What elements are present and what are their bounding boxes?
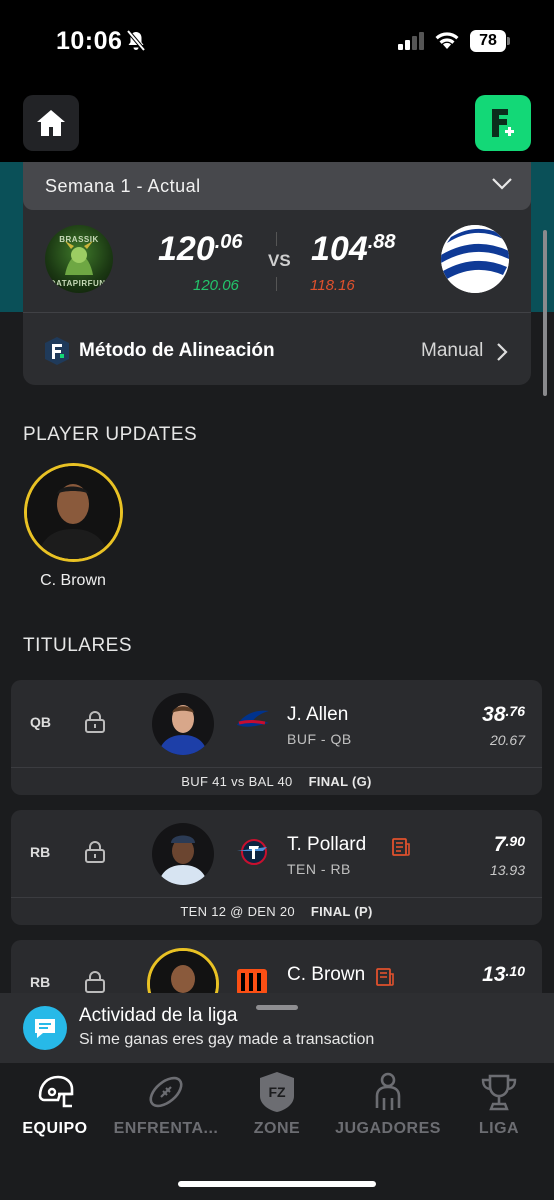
player-row-allen[interactable]: QB J. Allen BUF - QB 38.76 20.67 BUF 41 … — [11, 680, 542, 795]
vs-label: VS — [268, 251, 291, 270]
bell-off-icon — [126, 30, 146, 52]
player-team-position: TEN - RB — [287, 861, 351, 877]
battery-indicator: 78 — [470, 30, 506, 52]
home-button[interactable] — [23, 95, 79, 151]
lock-icon — [85, 711, 105, 733]
home-indicator[interactable] — [178, 1181, 376, 1187]
bottom-tab-bar: EQUIPO ENFRENTA... FZ ZONE JUGADORES LIG… — [0, 1063, 554, 1200]
player-name: T. Pollard — [287, 834, 367, 855]
vs-divider-top — [276, 232, 277, 246]
home-icon — [37, 110, 65, 136]
player-points: 13.10 — [482, 963, 525, 986]
player-photo-icon — [158, 835, 208, 885]
tab-label: ENFRENTA... — [113, 1120, 219, 1137]
opponent-score: 104.88 — [311, 230, 396, 268]
player-updates-title: PLAYER UPDATES — [23, 424, 198, 445]
avatar[interactable] — [152, 693, 214, 755]
cellular-signal-icon — [398, 32, 424, 50]
game-result: BUF 41 vs BAL 40 FINAL (G) — [181, 774, 372, 789]
tab-enfrentamiento[interactable]: ENFRENTA... — [111, 1071, 221, 1138]
news-icon[interactable] — [376, 968, 394, 986]
player-projected: 20.67 — [489, 732, 525, 748]
avatar[interactable] — [24, 463, 123, 562]
news-icon[interactable] — [392, 838, 410, 856]
player-position: QB — [30, 714, 51, 730]
lineup-method-label: Método de Alineación — [79, 340, 275, 361]
chevron-down-icon — [492, 178, 512, 190]
status-time: 10:06 — [56, 27, 123, 55]
player-update-name: C. Brown — [40, 572, 106, 589]
card-divider — [11, 897, 542, 898]
wifi-icon — [435, 32, 459, 49]
scrollbar[interactable] — [543, 230, 547, 396]
tab-zone[interactable]: FZ ZONE — [222, 1071, 332, 1138]
player-projected: 13.93 — [489, 862, 525, 878]
game-result: TEN 12 @ DEN 20 FINAL (P) — [180, 904, 373, 919]
matchup-card: Semana 1 - Actual BRASSIK DATAPIRFUNI 12… — [23, 162, 531, 385]
tab-liga[interactable]: LIGA — [444, 1071, 554, 1138]
tab-jugadores[interactable]: JUGADORES — [333, 1071, 443, 1138]
player-team-position: BUF - QB — [287, 731, 352, 747]
player-photo-icon — [27, 466, 120, 559]
lock-icon — [85, 971, 105, 993]
my-team-logo-text-bottom: DATAPIRFUNI — [49, 279, 109, 288]
helmet-icon — [38, 1075, 74, 1108]
lineup-method-value: Manual — [421, 340, 484, 361]
player-position: RB — [30, 844, 51, 860]
toast-body: Si me ganas eres gay made a transaction — [79, 1031, 375, 1048]
globe-logo-icon — [441, 225, 509, 293]
lineup-app-icon — [45, 337, 69, 365]
toast-title: Actividad de la liga — [79, 1005, 238, 1026]
starters-title: TITULARES — [23, 635, 133, 656]
titans-logo-icon — [237, 839, 267, 865]
my-team-projected: 120.06 — [193, 277, 239, 294]
my-team-logo[interactable]: BRASSIK DATAPIRFUNI — [45, 225, 113, 293]
tab-label: ZONE — [253, 1120, 301, 1137]
week-selector[interactable]: Semana 1 - Actual — [23, 162, 531, 210]
svg-text:FZ: FZ — [268, 1084, 286, 1100]
my-team-score: 120.06 — [158, 230, 243, 268]
tab-label: LIGA — [478, 1120, 520, 1137]
card-divider — [11, 767, 542, 768]
opponent-projected: 118.16 — [310, 277, 355, 294]
fantasy-plus-button[interactable] — [475, 95, 531, 151]
avatar[interactable] — [152, 823, 214, 885]
trophy-icon — [481, 1074, 517, 1111]
status-bar: 10:06 78 — [0, 0, 554, 80]
player-position: RB — [30, 974, 51, 990]
fantasy-plus-icon — [492, 109, 514, 137]
chat-bubble-icon — [23, 1006, 67, 1050]
football-icon — [149, 1076, 183, 1108]
chevron-right-icon — [497, 343, 508, 361]
player-points: 7.90 — [493, 833, 525, 856]
player-points: 38.76 — [482, 703, 525, 726]
fz-shield-icon: FZ — [260, 1072, 294, 1112]
tab-label: JUGADORES — [335, 1120, 441, 1137]
player-name: J. Allen — [287, 704, 349, 725]
opponent-team-logo[interactable] — [441, 225, 509, 293]
vs-divider-bottom — [276, 277, 277, 291]
battery-tip — [507, 37, 510, 45]
player-photo-icon — [158, 705, 208, 755]
bills-logo-icon — [237, 710, 269, 727]
league-activity-toast[interactable]: Actividad de la liga Si me ganas eres ga… — [0, 993, 554, 1063]
lock-icon — [85, 841, 105, 863]
person-icon — [375, 1072, 401, 1110]
player-name: C. Brown — [287, 964, 366, 985]
player-row-pollard[interactable]: RB T. Pollard TEN - RB 7.90 13.93 TEN 12… — [11, 810, 542, 925]
tab-equipo[interactable]: EQUIPO — [0, 1071, 110, 1138]
tab-label: EQUIPO — [22, 1120, 88, 1137]
week-label: Semana 1 - Actual — [45, 176, 201, 196]
toast-drag-handle[interactable] — [256, 1005, 298, 1010]
